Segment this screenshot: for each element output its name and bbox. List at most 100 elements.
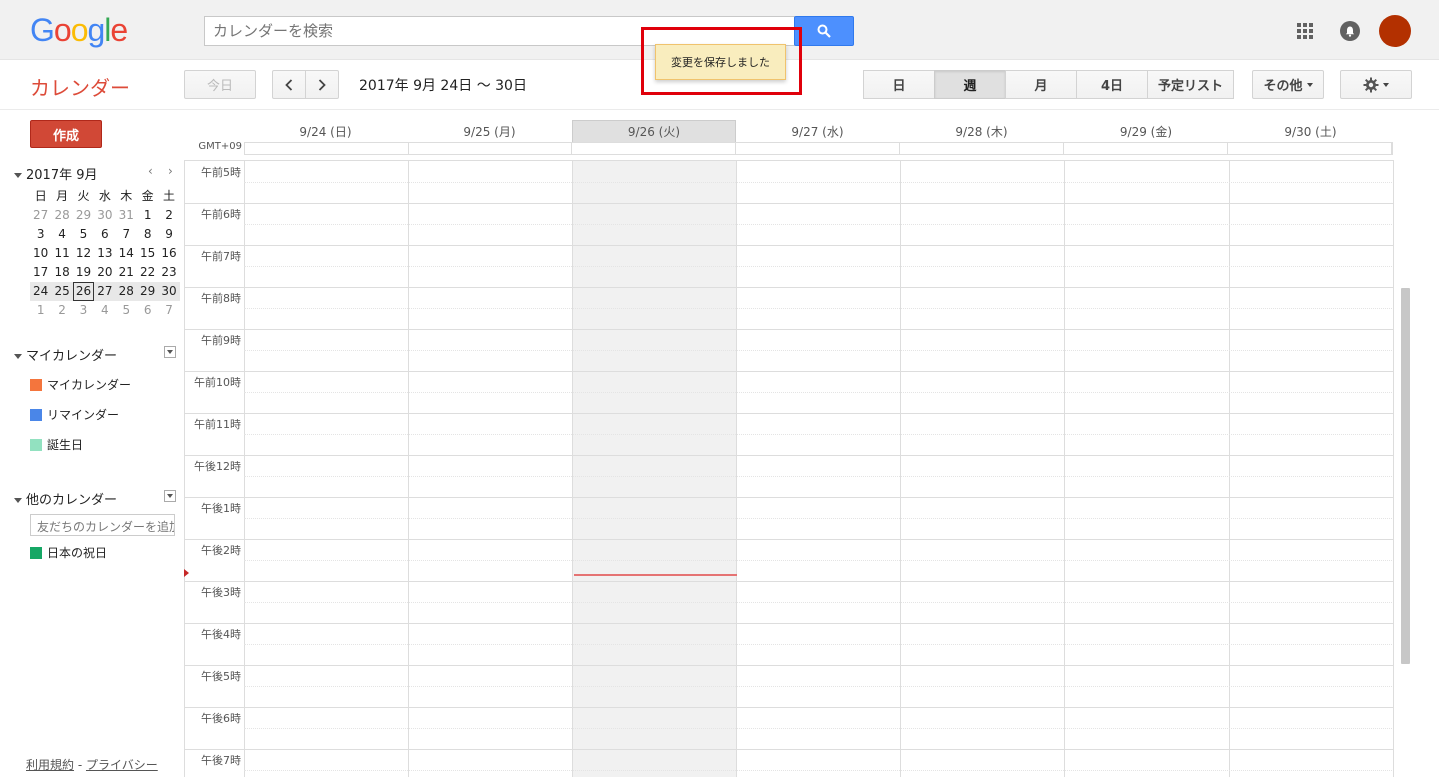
day-header[interactable]: 9/25 (月): [408, 120, 572, 142]
mini-day[interactable]: 5: [73, 225, 94, 244]
mini-calendar-title[interactable]: 2017年 9月: [26, 168, 98, 183]
day-header[interactable]: 9/27 (水): [736, 120, 900, 142]
notifications-bell-icon[interactable]: [1340, 21, 1360, 41]
all-day-cell[interactable]: [736, 143, 900, 154]
day-column[interactable]: [408, 161, 572, 777]
mini-day[interactable]: 16: [158, 244, 179, 263]
mini-day[interactable]: 20: [94, 263, 115, 282]
mini-day[interactable]: 4: [51, 225, 72, 244]
day-header[interactable]: 9/29 (金): [1064, 120, 1229, 142]
all-day-cell[interactable]: [1228, 143, 1393, 154]
day-column[interactable]: [244, 161, 408, 777]
view-button[interactable]: 週: [934, 70, 1006, 99]
google-logo[interactable]: Google: [30, 12, 128, 49]
day-header[interactable]: 9/28 (木): [900, 120, 1064, 142]
mini-day[interactable]: 3: [73, 301, 94, 320]
mini-day[interactable]: 14: [116, 244, 137, 263]
mini-day[interactable]: 12: [73, 244, 94, 263]
other-calendars-menu-icon[interactable]: [164, 490, 176, 502]
mini-day[interactable]: 1: [30, 301, 51, 320]
mini-day[interactable]: 18: [51, 263, 72, 282]
mini-day[interactable]: 6: [94, 225, 115, 244]
calendar-list-item[interactable]: リマインダー: [30, 406, 119, 423]
mini-day[interactable]: 31: [116, 206, 137, 225]
search-input[interactable]: [204, 16, 795, 46]
all-day-cell[interactable]: [900, 143, 1064, 154]
day-header[interactable]: 9/24 (日): [244, 120, 408, 142]
calendar-name: マイカレンダー: [47, 378, 132, 392]
all-day-cell[interactable]: [572, 143, 737, 154]
settings-button[interactable]: [1340, 70, 1412, 99]
app-title[interactable]: カレンダー: [30, 72, 130, 101]
mini-day[interactable]: 30: [94, 206, 115, 225]
mini-day[interactable]: 24: [30, 282, 51, 301]
mini-day[interactable]: 29: [73, 206, 94, 225]
mini-prev-month-icon[interactable]: ‹: [148, 164, 153, 178]
day-column[interactable]: [900, 161, 1064, 777]
all-day-row[interactable]: [244, 142, 1393, 155]
week-time-grid[interactable]: 午前5時 午前6時 午前7時 午前8時 午前9時 午前10時 午前11時 午後12時 午後1時午…: [184, 160, 1394, 777]
day-column[interactable]: [736, 161, 900, 777]
mini-day[interactable]: 2: [158, 206, 179, 225]
calendar-list-item[interactable]: マイカレンダー: [30, 376, 131, 393]
mini-day[interactable]: 7: [116, 225, 137, 244]
today-button[interactable]: 今日: [184, 70, 256, 99]
mini-day[interactable]: 11: [51, 244, 72, 263]
view-button[interactable]: 予定リスト: [1147, 70, 1234, 99]
mini-day[interactable]: 17: [30, 263, 51, 282]
apps-grid-icon[interactable]: [1297, 23, 1313, 39]
view-button[interactable]: 月: [1005, 70, 1077, 99]
mini-day[interactable]: 21: [116, 263, 137, 282]
mini-day[interactable]: 6: [137, 301, 158, 320]
previous-week-button[interactable]: [272, 70, 306, 99]
mini-day[interactable]: 22: [137, 263, 158, 282]
next-week-button[interactable]: [305, 70, 339, 99]
add-friend-calendar-input[interactable]: 友だちのカレンダーを追加: [30, 514, 175, 536]
mini-day[interactable]: 8: [137, 225, 158, 244]
calendar-list-item[interactable]: 誕生日: [30, 436, 83, 453]
mini-day[interactable]: 25: [51, 282, 72, 301]
mini-next-month-icon[interactable]: ›: [168, 164, 173, 178]
my-calendars-menu-icon[interactable]: [164, 346, 176, 358]
mini-day[interactable]: 4: [94, 301, 115, 320]
mini-day[interactable]: 9: [158, 225, 179, 244]
search-button[interactable]: [794, 16, 854, 46]
terms-link[interactable]: 利用規約: [26, 758, 74, 772]
mini-day[interactable]: 13: [94, 244, 115, 263]
mini-day[interactable]: 30: [158, 282, 179, 301]
day-header[interactable]: 9/30 (土): [1229, 120, 1393, 142]
grid-scrollbar[interactable]: [1401, 288, 1410, 664]
account-avatar[interactable]: [1379, 15, 1411, 47]
all-day-cell[interactable]: [245, 143, 409, 154]
mini-day[interactable]: 3: [30, 225, 51, 244]
day-column[interactable]: [1064, 161, 1229, 777]
day-header[interactable]: 9/26 (火): [572, 120, 736, 142]
day-column[interactable]: [1229, 161, 1393, 777]
mini-day[interactable]: 15: [137, 244, 158, 263]
mini-day[interactable]: 26: [72, 282, 95, 301]
mini-day[interactable]: 28: [116, 282, 137, 301]
view-button[interactable]: 4日: [1076, 70, 1148, 99]
more-button[interactable]: その他: [1252, 70, 1324, 99]
mini-day[interactable]: 1: [137, 206, 158, 225]
mini-day[interactable]: 27: [30, 206, 51, 225]
day-column[interactable]: [572, 161, 736, 777]
privacy-link[interactable]: プライバシー: [86, 758, 158, 772]
view-button[interactable]: 日: [863, 70, 935, 99]
mini-day[interactable]: 23: [158, 263, 179, 282]
mini-day[interactable]: 29: [137, 282, 158, 301]
other-calendars-header[interactable]: 他のカレンダー: [14, 489, 176, 508]
collapse-triangle-icon[interactable]: [14, 173, 22, 178]
mini-day[interactable]: 5: [116, 301, 137, 320]
all-day-cell[interactable]: [1064, 143, 1229, 154]
mini-day[interactable]: 28: [51, 206, 72, 225]
mini-day[interactable]: 27: [94, 282, 115, 301]
all-day-cell[interactable]: [409, 143, 573, 154]
mini-day[interactable]: 7: [158, 301, 179, 320]
create-event-button[interactable]: 作成: [30, 120, 102, 148]
mini-day[interactable]: 19: [73, 263, 94, 282]
mini-day[interactable]: 10: [30, 244, 51, 263]
mini-day[interactable]: 2: [51, 301, 72, 320]
calendar-list-item[interactable]: 日本の祝日: [30, 544, 107, 561]
my-calendars-header[interactable]: マイカレンダー: [14, 345, 176, 364]
